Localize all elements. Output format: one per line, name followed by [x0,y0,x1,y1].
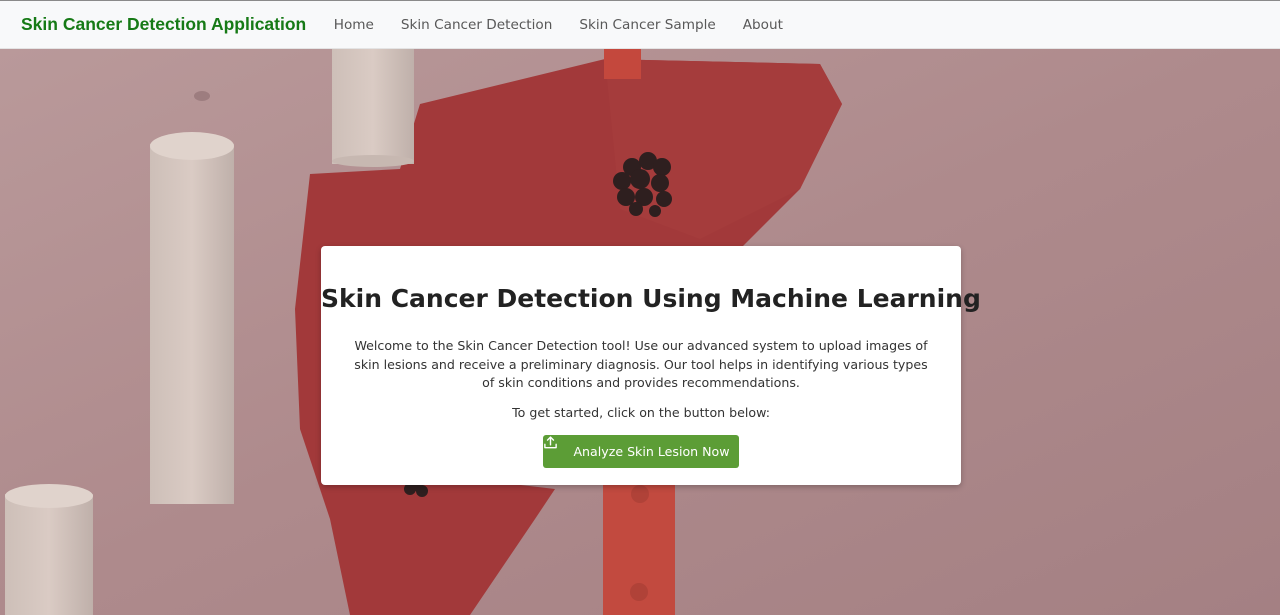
cta-text: To get started, click on the button belo… [512,405,770,420]
brand-title[interactable]: Skin Cancer Detection Application [21,14,306,35]
upload-icon [544,436,567,459]
nav-link-skin-cancer-sample[interactable]: Skin Cancer Sample [579,17,715,33]
nav-link-about[interactable]: About [743,17,783,33]
analyze-skin-lesion-button[interactable]: Analyze Skin Lesion Now [543,435,739,468]
navbar: Skin Cancer Detection Application Home S… [0,0,1280,49]
analyze-button-label: Analyze Skin Lesion Now [573,444,730,459]
page-title: Skin Cancer Detection Using Machine Lear… [321,284,981,313]
nav-link-skin-cancer-detection[interactable]: Skin Cancer Detection [401,17,552,33]
intro-description: Welcome to the Skin Cancer Detection too… [354,338,928,390]
hero-section: Skin Cancer Detection Using Machine Lear… [0,49,1280,615]
nav-link-home[interactable]: Home [334,17,374,33]
intro-card: Skin Cancer Detection Using Machine Lear… [321,246,981,485]
